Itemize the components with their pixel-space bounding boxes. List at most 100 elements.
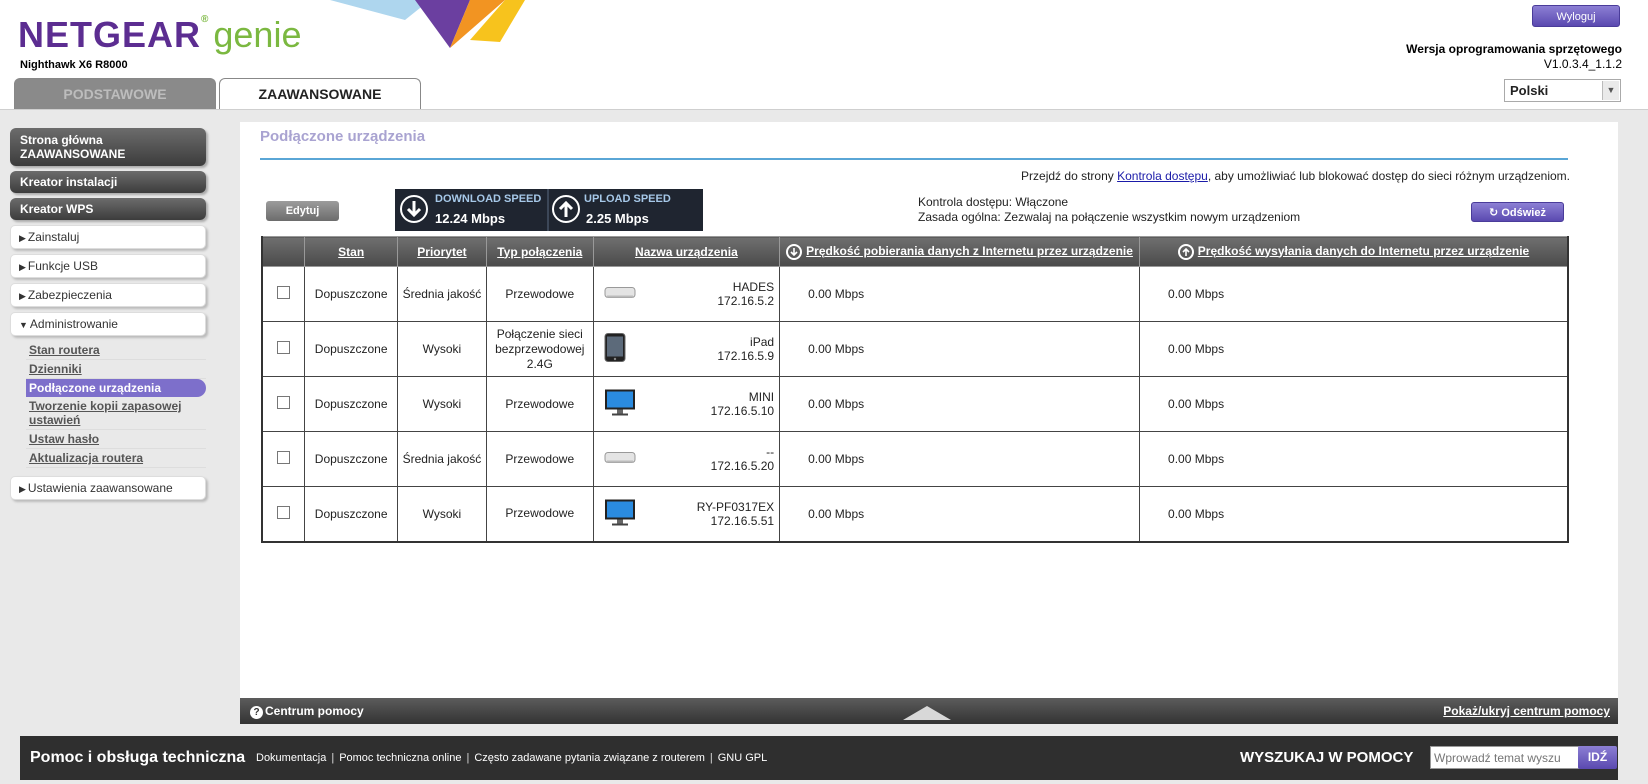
logo-decoration-shape xyxy=(330,0,525,48)
sidebar-section-administration[interactable]: ▼ Administrowanie xyxy=(10,312,206,336)
row-checkbox[interactable] xyxy=(277,505,291,519)
row-checkbox[interactable] xyxy=(277,396,291,409)
tab-advanced[interactable]: ZAAWANSOWANE xyxy=(219,78,421,110)
row-select-cell xyxy=(261,431,306,487)
column-header-select xyxy=(261,236,306,267)
section-label: Ustawienia zaawansowane xyxy=(27,481,173,495)
table-header-row: Stan Priorytet Typ połączenia Nazwa urzą… xyxy=(261,236,1569,267)
priority-cell: Wysoki xyxy=(397,486,487,543)
table-row[interactable]: Dopuszczone Średnia jakość Przewodowe -- 172… xyxy=(261,431,1569,487)
logout-button[interactable]: Wyloguj xyxy=(1532,5,1620,27)
status-cell: Dopuszczone xyxy=(304,266,399,322)
help-toggle-link[interactable]: Pokaż/ukryj centrum pomocy xyxy=(1443,704,1610,718)
router-model: Nighthawk X6 R8000 xyxy=(20,59,128,71)
priority-cell: Wysoki xyxy=(397,321,487,377)
row-checkbox[interactable] xyxy=(277,451,291,464)
device-name-cell: iPad 172.16.5.9 xyxy=(592,321,781,377)
download-speed-cell: 0.00 Mbps xyxy=(779,266,1141,322)
table-row[interactable]: Dopuszczone Wysoki Połączenie sieci bezprz… xyxy=(261,321,1569,377)
status-cell: Dopuszczone xyxy=(304,431,399,487)
download-speed-cell: 0.00 Mbps xyxy=(779,486,1141,543)
upload-arrow-icon xyxy=(1177,243,1194,260)
edit-button[interactable]: Edytuj xyxy=(266,201,339,221)
column-header-upload-speed[interactable]: Prędkość wysyłania danych do Internetu p… xyxy=(1139,236,1569,267)
table-row[interactable]: Dopuszczone Wysoki Przewodowe MINI 172.16.5.… xyxy=(261,376,1569,432)
sidebar-link-set-password[interactable]: Ustaw hasło xyxy=(26,430,206,449)
link-separator: | xyxy=(331,752,335,764)
section-label: Zainstaluj xyxy=(27,230,80,244)
sidebar-link-logs[interactable]: Dzienniki xyxy=(26,360,206,379)
priority-cell: Średnia jakość xyxy=(397,266,487,322)
language-select[interactable]: Polski ▼ xyxy=(1504,79,1621,102)
firmware-label: Wersja oprogramowania sprzętowego xyxy=(1406,42,1622,56)
footer-link-online-support[interactable]: Pomoc techniczna online xyxy=(339,752,461,764)
row-select-cell xyxy=(261,321,306,377)
footer: Pomoc i obsługa techniczna Dokumentacja |… xyxy=(20,736,1618,780)
help-center-bar: ? Centrum pomocy Pokaż/ukryj centrum pomo… xyxy=(240,698,1618,724)
status-cell: Dopuszczone xyxy=(304,321,399,377)
monitor-icon xyxy=(604,498,636,529)
sidebar-link-backup-settings[interactable]: Tworzenie kopii zapasowej ustawień xyxy=(26,397,206,430)
column-header-download-speed[interactable]: Prędkość pobierania danych z Internetu p… xyxy=(779,236,1141,267)
download-arrow-icon xyxy=(786,243,803,260)
help-search-input[interactable] xyxy=(1430,746,1596,769)
download-speed-label: DOWNLOAD SPEED xyxy=(435,193,542,205)
note-suffix: , aby umożliwiać lub blokować dostęp do … xyxy=(1207,169,1570,183)
upload-speed-box: UPLOAD SPEED 2.25 Mbps xyxy=(549,189,703,231)
column-header-connection-type[interactable]: Typ połączenia xyxy=(485,236,594,267)
download-speed-cell: 0.00 Mbps xyxy=(779,431,1141,487)
firmware-version: V1.0.3.4_1.1.2 xyxy=(1543,57,1622,71)
download-speed-cell: 0.00 Mbps xyxy=(779,376,1141,432)
section-label: Administrowanie xyxy=(29,317,118,331)
language-selected: Polski xyxy=(1510,83,1549,98)
column-header-device-name[interactable]: Nazwa urządzenia xyxy=(592,236,781,267)
row-checkbox[interactable] xyxy=(277,341,291,354)
footer-link-gnu-gpl[interactable]: GNU GPL xyxy=(718,752,768,764)
connection-type-cell: Przewodowe xyxy=(485,376,594,432)
footer-link-faq[interactable]: Często zadawane pytania związane z route… xyxy=(474,752,705,764)
sidebar-section-advanced-settings[interactable]: ▶ Ustawienia zaawansowane xyxy=(10,476,206,500)
refresh-icon: ↻ xyxy=(1489,207,1499,219)
help-center-label[interactable]: ? Centrum pomocy xyxy=(250,704,364,719)
sidebar-section-security[interactable]: ▶ Zabezpieczenia xyxy=(10,283,206,307)
sidebar-item-setup-wizard[interactable]: Kreator instalacji xyxy=(10,171,206,193)
netgear-genie-logo[interactable]: NETGEAR® genie xyxy=(18,14,301,56)
column-header-priority[interactable]: Priorytet xyxy=(397,236,487,267)
sidebar-item-wps-wizard[interactable]: Kreator WPS xyxy=(10,198,206,220)
section-label: Funkcje USB xyxy=(27,259,98,273)
table-row[interactable]: Dopuszczone Średnia jakość Przewodowe HADES… xyxy=(261,266,1569,322)
chevron-down-icon[interactable]: ▼ xyxy=(1602,81,1619,100)
connection-type-cell: Połączenie sieci bezprzewodowej 2.4G xyxy=(485,321,594,377)
link-separator: | xyxy=(466,752,470,764)
access-control-status: Kontrola dostępu: Włączone Zasada ogólna… xyxy=(918,195,1300,225)
help-expand-arrow-icon[interactable] xyxy=(903,706,951,720)
row-select-cell xyxy=(261,266,306,322)
tab-basic[interactable]: PODSTAWOWE xyxy=(14,78,216,110)
sidebar-link-attached-devices[interactable]: Podłączone urządzenia xyxy=(26,379,206,397)
footer-links: Dokumentacja | Pomoc techniczna online | Czę… xyxy=(256,752,767,764)
footer-link-documentation[interactable]: Dokumentacja xyxy=(256,752,326,764)
sidebar-section-setup[interactable]: ▶ Zainstaluj xyxy=(10,225,206,249)
connection-type-cell: Przewodowe xyxy=(485,266,594,322)
access-control-link[interactable]: Kontrola dostępu xyxy=(1117,169,1208,183)
download-speed-cell: 0.00 Mbps xyxy=(779,321,1141,377)
help-question-icon: ? xyxy=(250,706,263,719)
upload-speed-label: UPLOAD SPEED xyxy=(584,193,671,205)
help-search-go-button[interactable]: IDŹ xyxy=(1578,746,1617,769)
priority-cell: Wysoki xyxy=(397,376,487,432)
general-rule: Zasada ogólna: Zezwalaj na połączenie ws… xyxy=(918,210,1301,224)
column-header-status[interactable]: Stan xyxy=(304,236,399,267)
section-label: Zabezpieczenia xyxy=(27,288,112,302)
sidebar-section-usb[interactable]: ▶ Funkcje USB xyxy=(10,254,206,278)
refresh-button[interactable]: ↻ Odśwież xyxy=(1471,202,1564,222)
logo-reg-mark: ® xyxy=(201,14,210,25)
device-name-cell: RY-PF0317EX 172.16.5.51 xyxy=(592,486,781,543)
table-row[interactable]: Dopuszczone Wysoki Przewodowe RY-PF0317EX 17… xyxy=(261,486,1569,543)
monitor-icon xyxy=(604,389,636,420)
sidebar-link-router-update[interactable]: Aktualizacja routera xyxy=(26,449,206,468)
row-checkbox[interactable] xyxy=(277,286,291,299)
sidebar-link-router-status[interactable]: Stan routera xyxy=(26,341,206,360)
download-speed-value: 12.24 Mbps xyxy=(435,211,506,226)
sidebar-item-advanced-home[interactable]: Strona główna ZAAWANSOWANE xyxy=(10,128,206,166)
access-control-state: Kontrola dostępu: Włączone xyxy=(918,195,1069,209)
